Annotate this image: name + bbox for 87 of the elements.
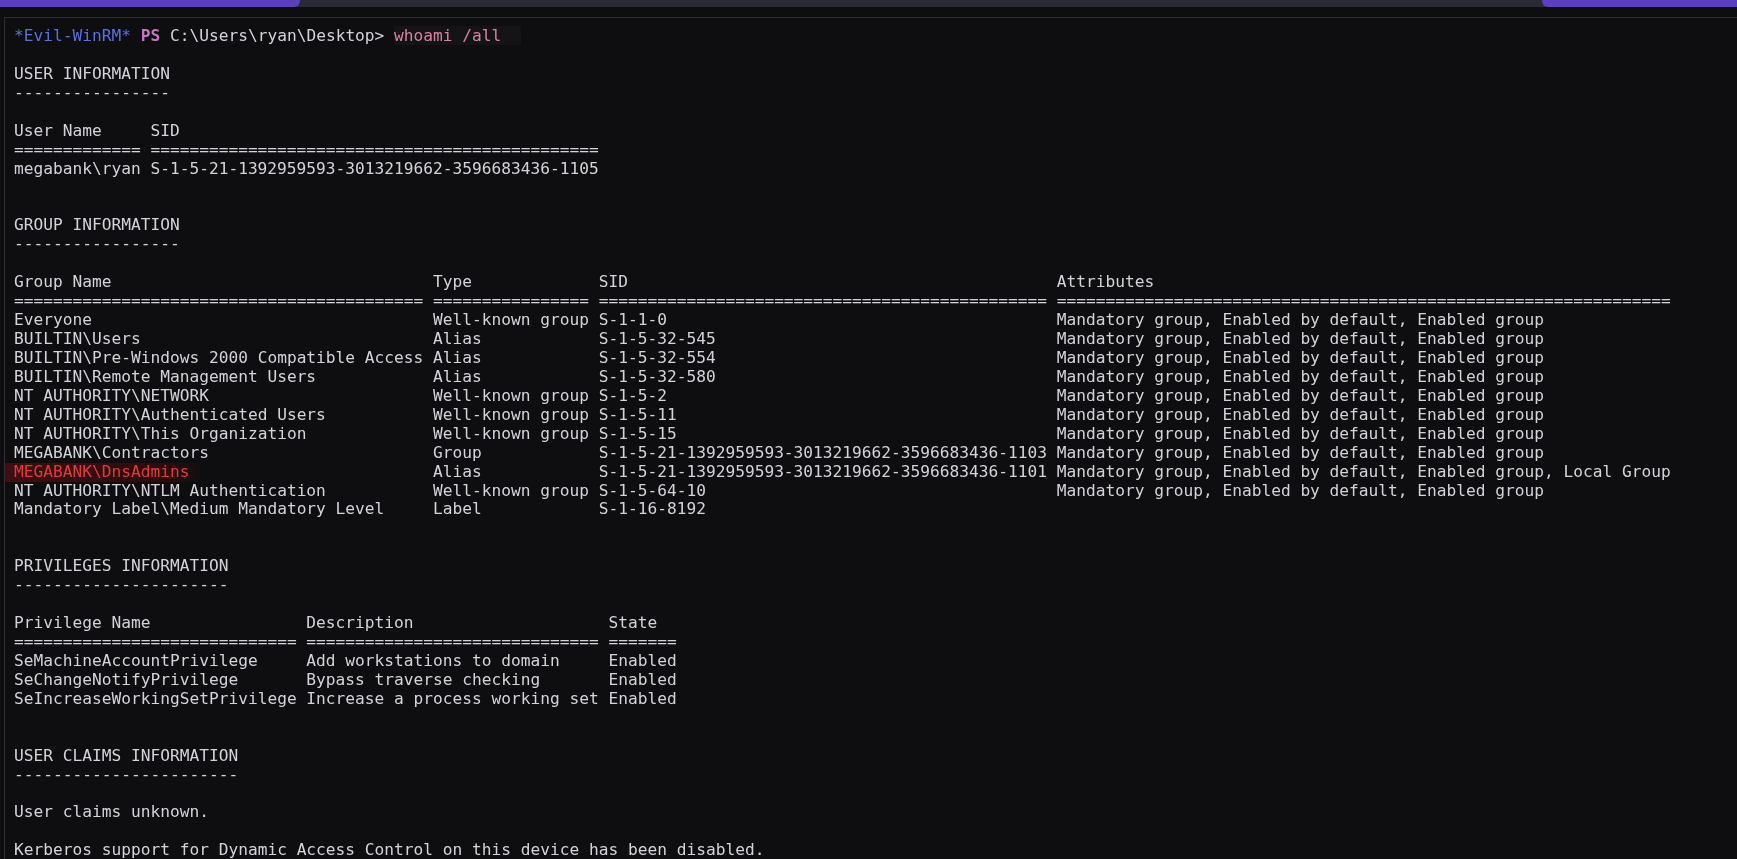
tab-indicator[interactable] [0,0,300,7]
table-cell-text: Label [433,500,483,520]
output-text: User claims unknown. [14,802,209,822]
header-rule: =============================================================== [1056,292,1671,312]
table-cell-text: Mandatory group, Enabled by default, Enabled group [1056,386,1546,406]
dash-rule: ----------------------- [14,764,239,784]
table-cell-text: Mandatory group, Enabled by default, Enabled group [1056,367,1546,387]
table-cell: Well-known group [433,311,589,330]
header-rule: ================ [433,292,589,312]
header-rule: ============================================== [150,140,599,160]
table-cell-text: MEGABANK\Contractors [14,443,210,463]
table-cell: Increase a process working set [306,689,599,709]
output-text: Kerberos support for Dynamic Access Control on this device has been disabled. [14,840,765,859]
dash-rule: ----------------- [14,234,180,254]
table-cell: S-1-5-21-1392959593-3013219662-3596683436-1105 [150,159,599,179]
table-cell-text: Mandatory group, Enabled by default, Enabled group [1056,405,1546,425]
table-cell-text: Alias [433,367,483,387]
header-rule: ========================================== [14,292,424,312]
table-cell-text: S-1-5-32-545 [598,330,717,349]
table-cell-text: Mandatory group, Enabled by default, Enabled group [1056,481,1546,501]
table-cell-text: S-1-5-32-554 [598,348,717,368]
table-cell: SeIncreaseWorkingSetPrivilege [14,689,297,709]
table-cell-text: Alias [433,462,483,482]
column-header: SID [598,273,629,293]
header-rule: ======= [608,633,677,652]
table-cell-text: S-1-5-11 [598,405,678,425]
command-text: whoami /all [394,26,521,45]
header-rule: ============================== [306,633,599,652]
header-rule: ============================= [14,633,297,652]
table-cell-text: S-1-16-8192 [598,500,707,520]
table-cell-text: NT AUTHORITY\Authenticated Users [14,405,327,425]
header-rule: ============================================== [598,292,1047,312]
table-cell-text: Alias [433,348,483,368]
table-cell-text: NT AUTHORITY\NETWORK [14,386,210,406]
table-cell: Well-known group [433,405,589,425]
column-header: User Name [14,121,103,141]
table-cell-text: NT AUTHORITY\This Organization [14,424,308,444]
table-cell: Well-known group [433,481,589,501]
table-cell: BUILTIN\Pre-Windows 2000 Compatible Access [14,348,424,368]
table-cell-text: Everyone [14,311,93,330]
table-cell-text: S-1-5-15 [598,424,678,444]
section-heading: USER CLAIMS INFORMATION [14,745,239,765]
column-header: Description [306,614,415,633]
table-cell-text: SeMachineAccountPrivilege [14,651,259,671]
table-cell: S-1-5-21-1392959593-3013219662-3596683436-1103 [598,443,1047,463]
column-header: Attributes [1056,273,1156,293]
table-cell-text: S-1-5-2 [598,386,668,406]
table-cell-text: S-1-5-64-10 [598,481,707,501]
table-cell-text: S-1-5-32-580 [598,367,717,387]
column-header: Type [433,273,474,293]
table-cell: Well-known group [433,424,589,444]
dash-rule: ---------------------- [14,575,229,595]
table-cell-text: Alias [433,330,483,349]
header-rule: ============= [14,140,141,160]
prompt-label: PS [140,26,161,45]
table-cell: S-1-5-21-1392959593-3013219662-3596683436-1101 [598,462,1047,482]
column-header: State [608,614,659,633]
section-heading: USER INFORMATION [14,63,170,83]
table-cell-text: Mandatory group, Enabled by default, Enabled group [1056,424,1546,444]
table-cell-text: Group [433,443,483,463]
shell-name: *Evil-WinRM* [14,26,131,45]
table-cell-text: BUILTIN\Users [14,330,142,349]
table-cell: Mandatory group, Enabled by default, Enabled group, Local Group [1056,462,1671,482]
column-header: SID [150,121,181,141]
table-cell: megabank\ryan [14,159,141,179]
prompt-path: C:\Users\ryan\Desktop> [169,26,385,45]
table-cell-text: Mandatory group, Enabled by default, Enabled group [1056,348,1546,368]
table-cell-text: Mandatory group, Enabled by default, Enabled group [1056,443,1546,463]
tab-indicator[interactable] [1542,0,1737,7]
table-cell: Enabled [608,670,677,690]
table-cell-text: Mandatory group, Enabled by default, Enabled group [1056,311,1546,330]
table-cell-text: BUILTIN\Remote Management Users [14,367,318,387]
table-cell-text: Mandatory group, Enabled by default, Enabled group [1056,330,1546,349]
column-header: Group Name [14,273,113,293]
section-heading: GROUP INFORMATION [14,215,180,235]
table-cell: Enabled [608,689,677,709]
table-cell-text: NT AUTHORITY\NTLM Authentication [14,481,327,501]
dash-rule: ---------------- [14,82,170,102]
table-cell: Enabled [608,651,677,671]
table-cell-text: SeChangeNotifyPrivilege [14,670,240,690]
table-cell-text: Bypass traverse checking [306,670,542,690]
table-cell-text: S-1-1-0 [598,311,668,330]
table-cell: Well-known group [433,386,589,406]
table-cell-text: Add workstations to domain [306,651,561,671]
section-heading: PRIVILEGES INFORMATION [14,556,229,576]
column-header: Privilege Name [14,614,152,633]
table-cell-text: Mandatory Label\Medium Mandatory Level [14,500,386,520]
